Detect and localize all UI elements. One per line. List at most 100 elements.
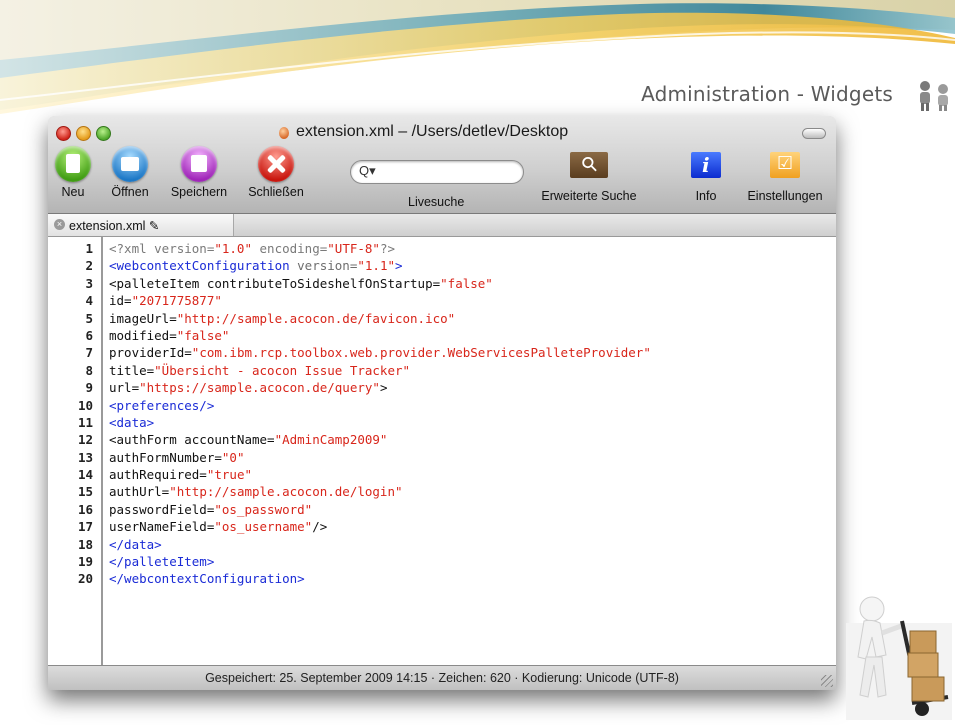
advanced-search-label: Erweiterte Suche: [541, 189, 637, 203]
code-text: imageUrl="http://sample.acocon.de/favico…: [109, 310, 455, 327]
code-line[interactable]: 6 modified="false": [48, 327, 836, 344]
code-text: <authForm accountName="AdminCamp2009": [109, 431, 387, 448]
code-line[interactable]: 14 authRequired="true": [48, 466, 836, 483]
code-token: passwordField=: [109, 501, 215, 517]
save-button[interactable]: Speichern: [165, 146, 233, 199]
code-text: passwordField="os_password": [109, 501, 312, 518]
save-disk-icon: [181, 146, 217, 182]
code-token: authRequired=: [109, 467, 207, 483]
code-line[interactable]: 3 <palleteItem contributeToSideshelfOnSta…: [48, 275, 836, 292]
code-line[interactable]: 8 title="Übersicht - acocon Issue Tracker…: [48, 362, 836, 379]
window-minimize-button[interactable]: [76, 126, 91, 141]
code-token: url=: [109, 380, 140, 396]
code-token: id=: [109, 293, 132, 309]
code-text: title="Übersicht - acocon Issue Tracker": [109, 362, 410, 379]
code-token: "UTF-8": [327, 241, 380, 256]
tab-extension-xml[interactable]: × extension.xml ✎: [48, 214, 234, 236]
line-number: 5: [85, 310, 93, 326]
line-number: 15: [77, 484, 93, 500]
open-label: Öffnen: [111, 185, 149, 199]
info-label: Info: [695, 189, 717, 203]
checkbox-settings-icon: [770, 152, 800, 178]
line-number: 1: [85, 241, 93, 256]
code-line[interactable]: 2 <webcontextConfiguration version="1.1">: [48, 257, 836, 274]
tab-bar: × extension.xml ✎: [48, 214, 836, 237]
people-icon: [920, 81, 948, 111]
code-text: </webcontextConfiguration>: [109, 570, 305, 587]
code-token: </webcontextConfiguration>: [109, 571, 305, 587]
code-line[interactable]: 20 </webcontextConfiguration>: [48, 570, 836, 587]
window-zoom-button[interactable]: [96, 126, 111, 141]
line-number: 12: [77, 432, 93, 448]
code-line[interactable]: 16 passwordField="os_password": [48, 501, 836, 518]
new-button[interactable]: Neu: [53, 146, 93, 199]
toolbar-toggle-button[interactable]: [802, 128, 826, 139]
code-line[interactable]: 1 <?xml version="1.0" encoding="UTF-8"?>: [48, 240, 836, 257]
code-token: "1.0": [214, 241, 252, 256]
close-x-icon: [258, 146, 294, 182]
slide-title: Administration - Widgets: [641, 82, 893, 106]
code-token: </data>: [109, 536, 162, 552]
window-close-button[interactable]: [56, 126, 71, 141]
line-number: 6: [85, 327, 93, 343]
code-text: </palleteItem>: [109, 553, 214, 570]
code-line[interactable]: 17 userNameField="os_username"/>: [48, 518, 836, 535]
code-text: <?xml version="1.0" encoding="UTF-8"?>: [109, 240, 395, 257]
line-number: 9: [85, 380, 93, 396]
code-token: >: [395, 258, 403, 274]
code-token: >: [379, 380, 388, 396]
code-text: userNameField="os_username"/>: [109, 518, 327, 535]
search-input[interactable]: Q▾: [350, 160, 524, 184]
new-label: Neu: [61, 185, 85, 199]
code-token: "2071775877": [131, 293, 222, 309]
code-line[interactable]: 7 providerId="com.ibm.rcp.toolbox.web.pro…: [48, 344, 836, 361]
line-number: 14: [77, 467, 93, 483]
document-proxy-icon[interactable]: [279, 127, 289, 139]
code-line[interactable]: 5 imageUrl="http://sample.acocon.de/favic…: [48, 310, 836, 327]
code-token: providerId=: [109, 345, 192, 361]
code-token: "0": [221, 449, 245, 465]
open-folder-icon: [112, 146, 148, 182]
code-token: userNameField=: [109, 519, 215, 535]
line-number: 13: [77, 449, 93, 465]
code-text: authFormNumber="0": [109, 449, 244, 466]
advanced-search-button[interactable]: Erweiterte Suche: [534, 152, 644, 203]
code-line[interactable]: 19 </palleteItem>: [48, 553, 836, 570]
code-token: authUrl=: [109, 484, 170, 500]
resize-grip-icon[interactable]: [821, 675, 833, 687]
code-token: "false": [176, 327, 230, 343]
code-text: url="https://sample.acocon.de/query">: [109, 379, 387, 396]
code-line[interactable]: 9 url="https://sample.acocon.de/query">: [48, 379, 836, 396]
toolbar: extension.xml – /Users/detlev/Desktop Ne…: [48, 116, 836, 214]
code-text: <preferences/>: [109, 397, 214, 414]
code-token: "os_username": [214, 519, 313, 535]
settings-label: Einstellungen: [747, 189, 823, 203]
line-number: 19: [77, 554, 93, 570]
search-label: Livesuche: [408, 195, 465, 209]
line-number: 18: [77, 536, 93, 552]
search-icon: Q▾: [359, 163, 376, 178]
open-button[interactable]: Öffnen: [105, 146, 155, 199]
info-button[interactable]: Info: [681, 152, 731, 203]
code-token: authFormNumber=: [109, 449, 222, 465]
code-editor[interactable]: 1 <?xml version="1.0" encoding="UTF-8"?> 2…: [48, 237, 836, 666]
line-number: 11: [77, 414, 93, 430]
code-token: "true": [206, 467, 252, 483]
code-text: <webcontextConfiguration version="1.1">: [109, 257, 403, 274]
code-line[interactable]: 13 authFormNumber="0": [48, 449, 836, 466]
code-token: <palleteItem contributeToSideshelfOnStar…: [109, 275, 441, 291]
code-line[interactable]: 4 id="2071775877": [48, 292, 836, 309]
code-line[interactable]: 11 <data>: [48, 414, 836, 431]
tab-close-icon[interactable]: ×: [54, 219, 65, 230]
code-token: <webcontextConfiguration: [109, 258, 298, 274]
code-line[interactable]: 15 authUrl="http://sample.acocon.de/login…: [48, 483, 836, 500]
new-document-icon: [55, 146, 91, 182]
line-number: 16: [77, 501, 93, 517]
window-title: extension.xml – /Users/detlev/Desktop: [296, 123, 569, 140]
code-line[interactable]: 10 <preferences/>: [48, 397, 836, 414]
code-line[interactable]: 18 </data>: [48, 536, 836, 553]
code-token: encoding=: [252, 241, 328, 256]
settings-button[interactable]: Einstellungen: [738, 152, 832, 203]
close-document-button[interactable]: Schließen: [241, 146, 311, 199]
code-line[interactable]: 12 <authForm accountName="AdminCamp2009": [48, 431, 836, 448]
